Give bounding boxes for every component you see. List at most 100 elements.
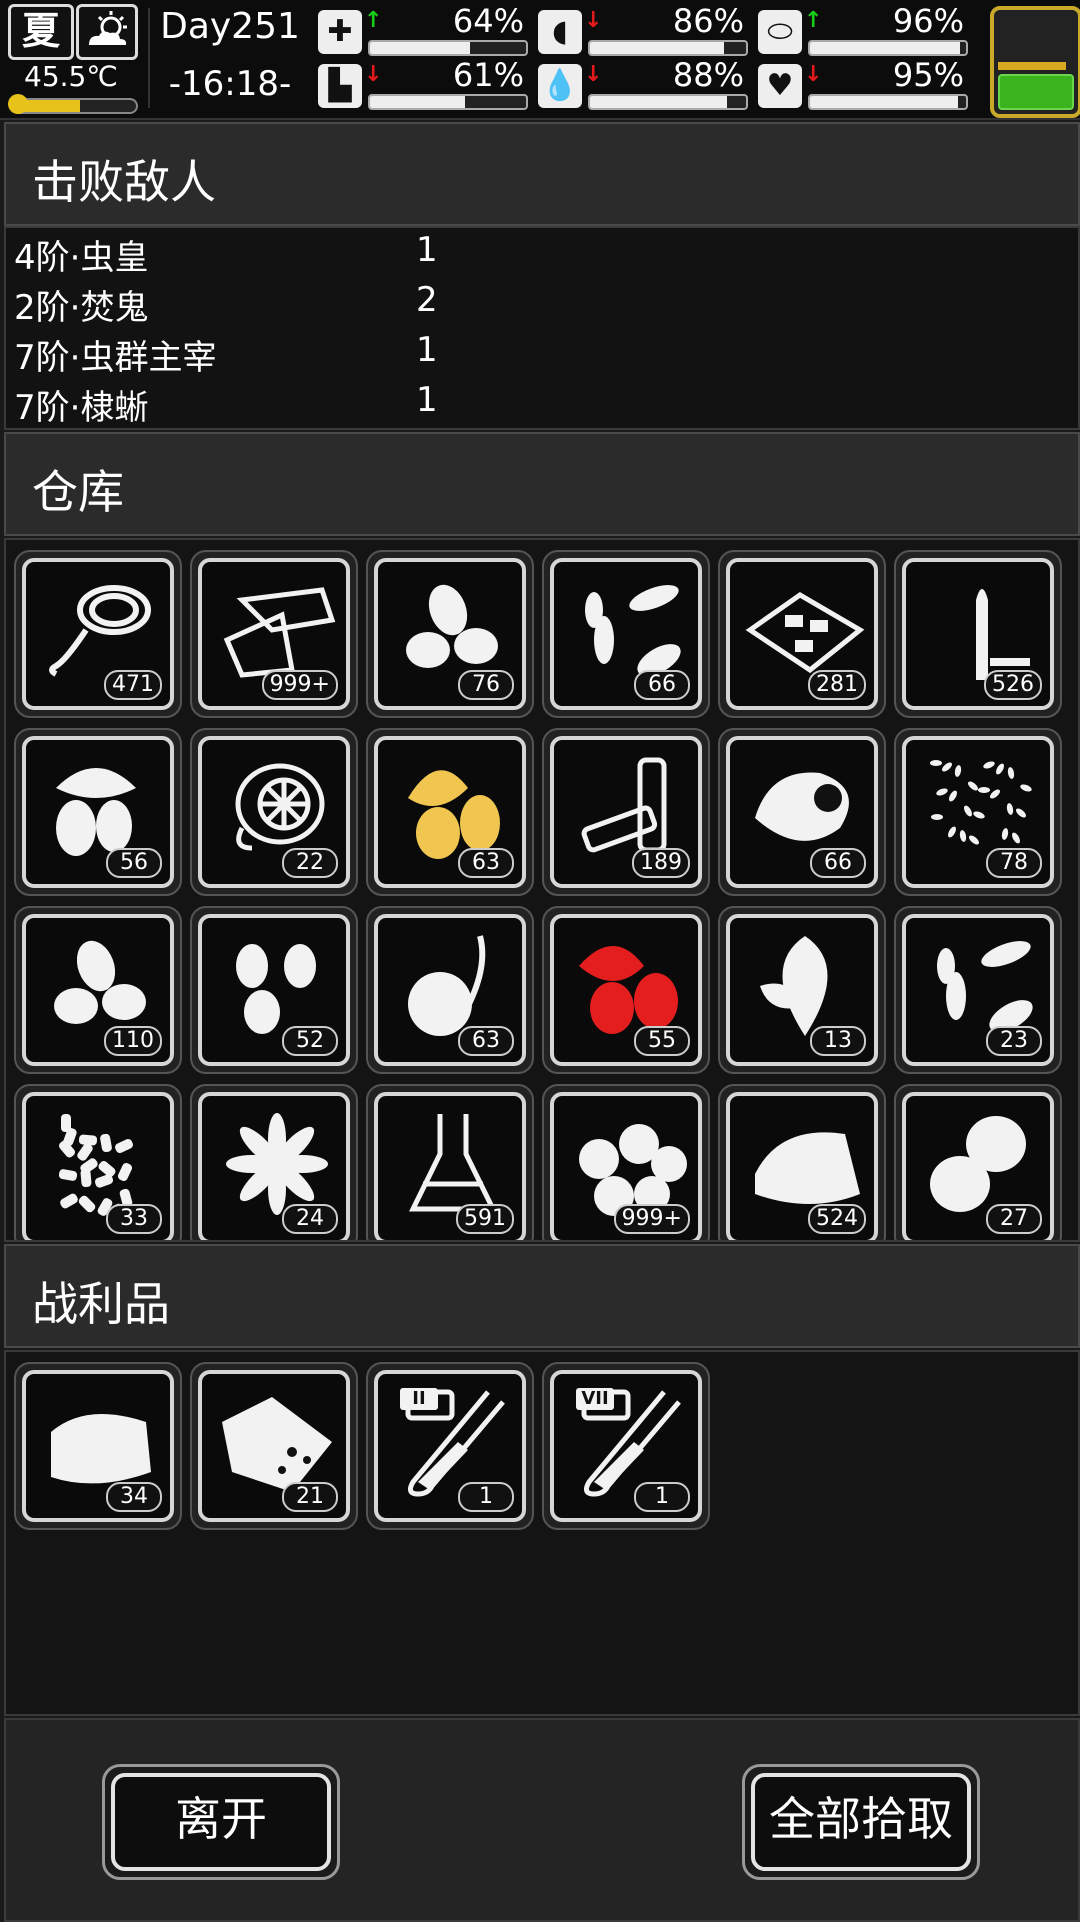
heart-icon: ♥ [758, 64, 802, 108]
item-slot[interactable]: 76 [366, 550, 534, 718]
stat-value: 95% [892, 56, 964, 94]
stat-bar [588, 40, 748, 56]
item-slot[interactable]: 281 [718, 550, 886, 718]
item-slot[interactable]: 24 [190, 1084, 358, 1240]
item-slot[interactable]: 56 [14, 728, 182, 896]
item-slot[interactable]: 66 [718, 728, 886, 896]
game-clock: -16:18- [168, 64, 292, 104]
item-slot[interactable]: 27 [894, 1084, 1062, 1240]
action-bar: 离开 全部拾取 [4, 1718, 1080, 1922]
item-slot[interactable]: 52 [190, 906, 358, 1074]
thermometer-icon [8, 94, 28, 114]
item-slot[interactable]: 999+ [190, 550, 358, 718]
item-slot[interactable]: VII 1 [542, 1362, 710, 1530]
enemy-name: 4阶·虫皇 [14, 238, 149, 278]
item-count-badge: 63 [458, 1026, 514, 1056]
stat-stomach[interactable]: ◖ ↓ 86% [538, 2, 758, 58]
item-count-badge: 22 [282, 848, 338, 878]
item-count-badge: 23 [986, 1026, 1042, 1056]
enemy-name: 7阶·棣蜥 [14, 388, 149, 428]
item-slot[interactable]: 22 [190, 728, 358, 896]
temperature-value: 45.5℃ [24, 60, 118, 93]
item-slot[interactable]: 189 [542, 728, 710, 896]
item-count-badge: 55 [634, 1026, 690, 1056]
item-slot[interactable]: 471 [14, 550, 182, 718]
item-count-badge: 471 [104, 670, 162, 700]
trend-up-arrow-icon: ↑ [804, 8, 823, 33]
item-count-badge: 66 [634, 670, 690, 700]
loot-section-header: 战利品 [4, 1244, 1080, 1348]
item-count-badge: 56 [106, 848, 162, 878]
battery-icon[interactable] [990, 6, 1080, 118]
enemy-count: 1 [416, 230, 438, 270]
enemies-section-header: 击败敌人 [4, 122, 1080, 226]
boot-icon: ▙ [318, 64, 362, 108]
item-count-badge: 52 [282, 1026, 338, 1056]
item-slot[interactable]: 591 [366, 1084, 534, 1240]
pick-all-button-label: 全部拾取 [751, 1773, 971, 1871]
stat-value: 88% [672, 56, 744, 94]
storage-section-title: 仓库 [32, 465, 124, 519]
item-count-badge: 999+ [261, 670, 338, 700]
item-count-badge: 591 [456, 1204, 514, 1234]
enemies-section-title: 击败敌人 [32, 155, 216, 209]
temperature-bar [10, 98, 138, 114]
trend-down-arrow-icon: ↓ [584, 8, 603, 33]
tier-label: II [400, 1388, 438, 1410]
status-hud: 夏 45.5℃ Day251 -16:18- ✚ ↑ 64% ◖ ↓ 86% ⬭ ↑ 96% ▙ ↓… [0, 0, 1080, 120]
item-count-badge: 189 [632, 848, 690, 878]
stat-bar [808, 94, 968, 110]
item-slot[interactable]: 526 [894, 550, 1062, 718]
item-slot[interactable]: 34 [14, 1362, 182, 1530]
stat-medkit[interactable]: ✚ ↑ 64% [318, 2, 538, 58]
item-count-badge: 34 [106, 1482, 162, 1512]
trend-up-arrow-icon: ↑ [364, 8, 383, 33]
leave-button[interactable]: 离开 [102, 1764, 340, 1880]
item-count-badge: 281 [808, 670, 866, 700]
stat-water-drop[interactable]: 💧 ↓ 88% [538, 56, 758, 112]
stat-bar [368, 94, 528, 110]
stat-pill[interactable]: ⬭ ↑ 96% [758, 2, 978, 58]
item-count-badge: 66 [810, 848, 866, 878]
item-slot[interactable]: II 1 [366, 1362, 534, 1530]
stat-value: 86% [672, 2, 744, 40]
item-slot[interactable]: 524 [718, 1084, 886, 1240]
stat-boot[interactable]: ▙ ↓ 61% [318, 56, 538, 112]
stat-value: 64% [452, 2, 524, 40]
loot-grid[interactable]: 34 21 II 1 VII 1 [4, 1350, 1080, 1716]
defeated-enemies-list: 4阶·虫皇 1 2阶·焚鬼 2 7阶·虫群主宰 1 7阶·棣蜥 1 [4, 226, 1080, 430]
trend-down-arrow-icon: ↓ [804, 62, 823, 87]
item-slot[interactable]: 78 [894, 728, 1062, 896]
stat-bar [808, 40, 968, 56]
item-count-badge: 526 [984, 670, 1042, 700]
pill-icon: ⬭ [758, 10, 802, 54]
item-slot[interactable]: 110 [14, 906, 182, 1074]
day-counter: Day251 [160, 6, 300, 47]
item-slot[interactable]: 55 [542, 906, 710, 1074]
item-count-badge: 21 [282, 1482, 338, 1512]
item-slot[interactable]: 63 [366, 728, 534, 896]
pick-all-button[interactable]: 全部拾取 [742, 1764, 980, 1880]
enemy-count: 1 [416, 330, 438, 370]
storage-grid[interactable]: 471 999+ 76 66 281 526 56 22 63 189 66 78 110 52 63 55 1… [4, 538, 1080, 1242]
item-count-badge: 1 [634, 1482, 690, 1512]
item-slot[interactable]: 21 [190, 1362, 358, 1530]
item-slot[interactable]: 63 [366, 906, 534, 1074]
item-slot[interactable]: 33 [14, 1084, 182, 1240]
stat-heart[interactable]: ♥ ↓ 95% [758, 56, 978, 112]
item-count-badge: 13 [810, 1026, 866, 1056]
item-count-badge: 78 [986, 848, 1042, 878]
item-slot[interactable]: 999+ [542, 1084, 710, 1240]
item-slot[interactable]: 13 [718, 906, 886, 1074]
water-drop-icon: 💧 [538, 64, 582, 108]
item-slot[interactable]: 66 [542, 550, 710, 718]
stat-bar [368, 40, 528, 56]
trend-down-arrow-icon: ↓ [364, 62, 383, 87]
item-count-badge: 27 [986, 1204, 1042, 1234]
item-count-badge: 999+ [613, 1204, 690, 1234]
medkit-icon: ✚ [318, 10, 362, 54]
season-indicator: 夏 [8, 4, 74, 60]
item-slot[interactable]: 23 [894, 906, 1062, 1074]
item-count-badge: 76 [458, 670, 514, 700]
enemy-name: 7阶·虫群主宰 [14, 338, 217, 378]
